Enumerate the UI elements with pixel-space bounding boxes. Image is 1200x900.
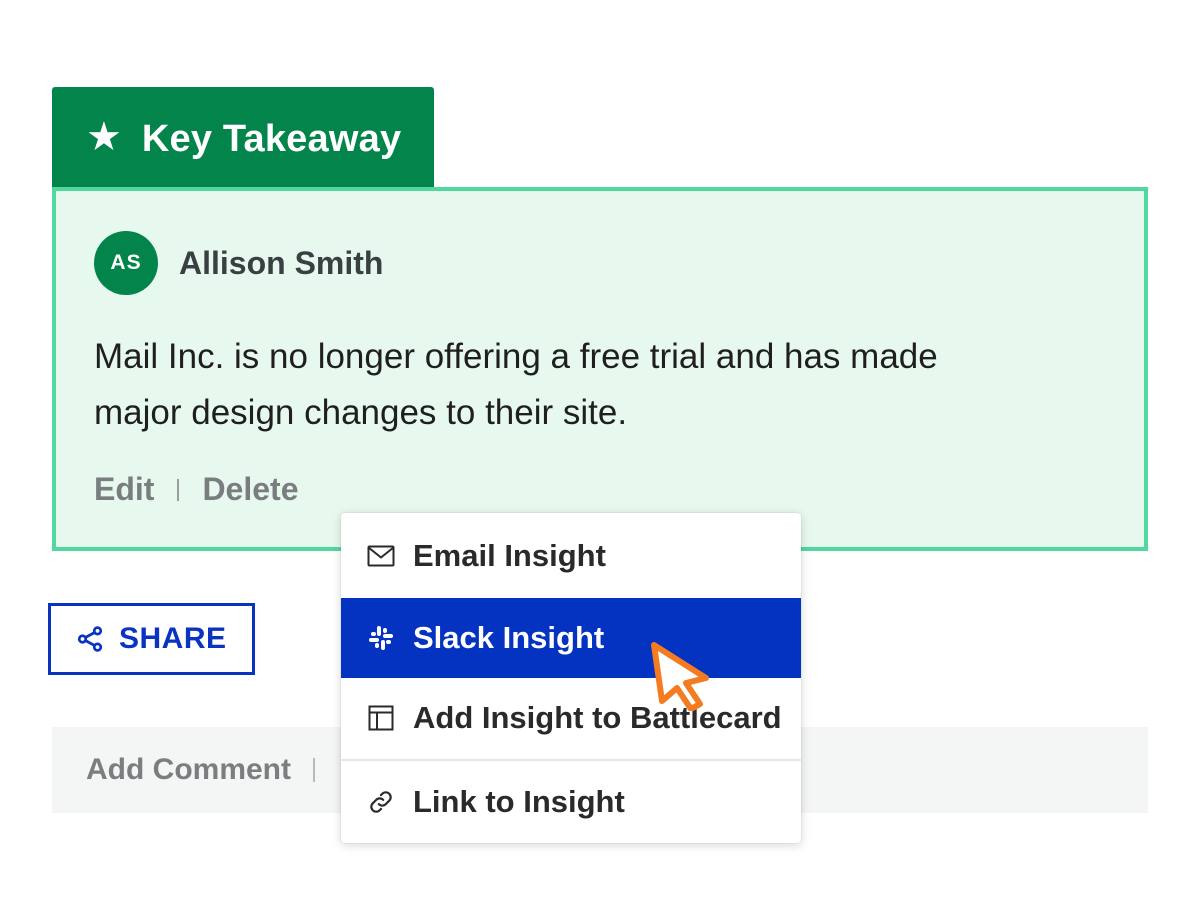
menu-item-link-to-insight[interactable]: Link to Insight: [341, 759, 801, 843]
share-menu: Email Insight Slack Insight Add Insight …: [341, 513, 801, 843]
link-icon: [367, 788, 395, 816]
menu-item-label: Slack Insight: [413, 620, 605, 655]
delete-button[interactable]: Delete: [202, 471, 298, 508]
author: AS Allison Smith: [94, 231, 383, 295]
menu-item-label: Email Insight: [413, 537, 606, 573]
battlecard-icon: [367, 704, 395, 732]
star-icon: ★: [86, 115, 122, 159]
mouse-pointer-icon: [651, 642, 709, 711]
insight-text-line-2: major design changes to their site.: [94, 393, 628, 432]
key-takeaway-tab: ★ Key Takeaway: [52, 87, 434, 191]
mail-icon: [367, 542, 395, 570]
share-button[interactable]: SHARE: [48, 603, 255, 675]
share-icon: [77, 626, 103, 652]
card-actions: Edit Delete: [94, 471, 298, 508]
insight-text: Mail Inc. is no longer offering a free t…: [94, 329, 1094, 441]
menu-item-label: Add Insight to Battlecard: [413, 700, 782, 735]
menu-item-slack-insight[interactable]: Slack Insight: [341, 598, 801, 678]
menu-item-label: Link to Insight: [413, 784, 625, 819]
action-divider: [177, 478, 180, 501]
menu-item-add-to-battlecard[interactable]: Add Insight to Battlecard: [341, 678, 801, 758]
slack-icon: [367, 624, 395, 652]
tab-label: Key Takeaway: [141, 117, 402, 160]
insight-card: AS Allison Smith Mail Inc. is no longer …: [52, 187, 1148, 551]
menu-item-email-insight[interactable]: Email Insight: [341, 513, 801, 598]
author-name: Allison Smith: [179, 244, 384, 281]
edit-button[interactable]: Edit: [94, 471, 154, 508]
insight-text-line-1: Mail Inc. is no longer offering a free t…: [94, 337, 938, 376]
avatar: AS: [94, 231, 158, 295]
comment-divider: [313, 758, 315, 782]
share-label: SHARE: [119, 622, 227, 655]
add-comment-button[interactable]: Add Comment: [86, 753, 291, 787]
